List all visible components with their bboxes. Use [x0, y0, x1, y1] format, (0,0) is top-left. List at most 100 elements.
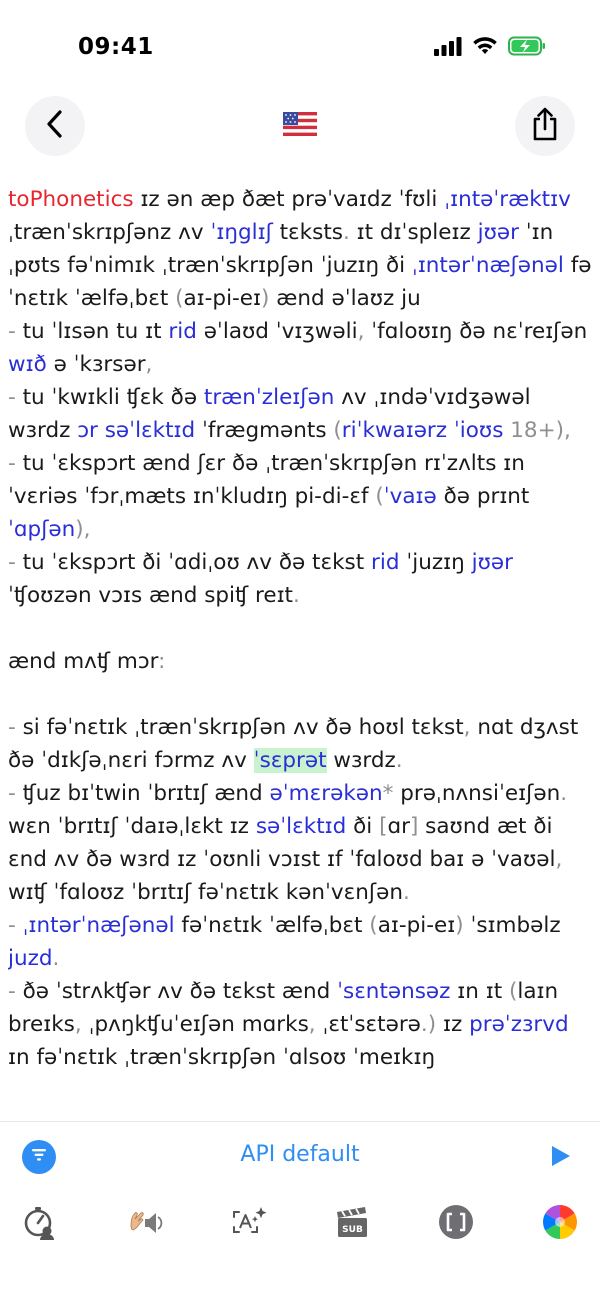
text-segment: aɪ-pi-eɪ: [183, 286, 262, 311]
highlighted-word[interactable]: jʊər: [472, 550, 513, 575]
play-icon: [550, 1146, 572, 1172]
text-segment: ˈsɪmbəlz: [463, 913, 568, 938]
text-segment: prəˌnʌnsiˈeɪʃən: [393, 781, 561, 806]
speed-timer-button[interactable]: [20, 1204, 60, 1244]
highlighted-word[interactable]: səˈlɛktɪd: [256, 814, 346, 839]
text-segment: ˌpʌŋkʧuˈeɪʃən mɑrks: [81, 1012, 309, 1037]
highlighted-word[interactable]: prəˈzɜrvd: [469, 1012, 569, 1037]
text-segment: *: [382, 781, 394, 806]
text-paragraph: toPhonetics ɪz ən æp ðæt prəˈvaɪdz ˈfʊli…: [8, 183, 592, 315]
text-paragraph: ænd mʌʧ mɔr:: [8, 645, 592, 678]
highlighted-word[interactable]: rid: [168, 319, 196, 344]
text-segment: .: [293, 583, 300, 608]
text-segment: ˈfɑloʊɪŋ ðə nɛˈreɪʃən: [371, 319, 588, 344]
voice-speaker-icon: [125, 1203, 163, 1245]
text-segment: .): [420, 1012, 437, 1037]
text-segment: -: [8, 913, 16, 938]
text-segment: ɑr: [387, 814, 410, 839]
share-icon: [529, 106, 561, 146]
battery-charging-icon: [508, 36, 546, 60]
text-paragraph: - tu ˈlɪsən tu ɪt rid əˈlaʊd ˈvɪʒwəli, ˈ…: [8, 315, 592, 381]
speed-timer-icon: [21, 1203, 59, 1245]
play-button[interactable]: [550, 1144, 572, 1172]
text-segment: -: [8, 715, 16, 740]
highlighted-word[interactable]: jʊər: [478, 220, 519, 245]
text-segment: 18+),: [503, 418, 571, 443]
highlighted-word[interactable]: wɪð: [8, 352, 47, 377]
text-segment: -: [8, 319, 16, 344]
text-segment: toPhonetics: [8, 187, 134, 212]
brackets-button[interactable]: [436, 1204, 476, 1244]
signal-icon: [434, 36, 462, 60]
ai-text-icon: [230, 1203, 270, 1245]
text-paragraph: - ðə ˈstrʌkʧər ʌv ðə tɛkst ænd ˈsɛntənsə…: [8, 975, 592, 1074]
highlighted-word[interactable]: ˈsɛprət: [253, 748, 327, 773]
text-paragraph: - tu ˈɛkspɔrt ði ˈɑdiˌoʊ ʌv ðə tɛkst rid…: [8, 546, 592, 612]
text-segment: [8, 682, 15, 707]
text-segment: tu ˈlɪsən tu ɪt: [15, 319, 169, 344]
highlighted-word[interactable]: ˌɪntəˈræktɪv: [444, 187, 571, 212]
text-segment: ,: [145, 352, 153, 377]
color-wheel-icon: [541, 1203, 579, 1245]
highlighted-word[interactable]: ˈɑpʃən: [8, 517, 75, 542]
highlighted-word[interactable]: ɔr səˈlɛktɪd: [77, 418, 195, 443]
text-segment: .: [342, 220, 350, 245]
voice-speaker-button[interactable]: [124, 1204, 164, 1244]
text-segment: tɛksts: [272, 220, 343, 245]
highlighted-word[interactable]: ˈɪŋglɪʃ: [210, 220, 272, 245]
bottom-toolbar: API default SUB: [0, 1121, 600, 1305]
text-paragraph: - ʧuz bɪˈtwin ˈbrɪtɪʃ ænd əˈmɛrəkən* prə…: [8, 777, 592, 909]
text-segment: wɜrdz: [326, 748, 396, 773]
transcription-text[interactable]: toPhonetics ɪz ən æp ðæt prəˈvaɪdz ˈfʊli…: [8, 183, 592, 1120]
text-segment: (: [369, 913, 378, 938]
text-segment: (: [333, 418, 342, 443]
status-bar: 09:41: [0, 0, 600, 96]
us-flag-icon[interactable]: [283, 112, 317, 136]
subtitles-button[interactable]: SUB: [332, 1204, 372, 1244]
highlighted-word[interactable]: ˈsɛntənsəz: [337, 979, 450, 1004]
text-segment: :: [158, 649, 166, 674]
text-segment: ðə ˈstrʌkʧər ʌv ðə tɛkst ænd: [15, 979, 338, 1004]
text-segment: (: [375, 484, 384, 509]
text-paragraph: - ˌɪntərˈnæʃənəl fəˈnɛtɪk ˈælfəˌbɛt (aɪ-…: [8, 909, 592, 975]
highlighted-word[interactable]: ˌɪntərˈnæʃənəl: [23, 913, 175, 938]
wifi-icon: [472, 36, 498, 60]
text-segment: fəˈnɛtɪk ˈælfəˌbɛt: [174, 913, 370, 938]
text-segment: ænd mʌʧ mɔr: [8, 649, 159, 674]
text-segment: ): [455, 913, 464, 938]
text-segment: .: [402, 880, 410, 905]
text-segment: ði: [346, 814, 380, 839]
highlighted-word[interactable]: ˈvaɪə: [384, 484, 437, 509]
ai-text-button[interactable]: [230, 1204, 270, 1244]
text-segment: ɪn ɪt: [450, 979, 509, 1004]
text-segment: ðə prɪnt: [436, 484, 537, 509]
highlighted-word[interactable]: trænˈzleɪʃən: [204, 385, 334, 410]
highlighted-word[interactable]: ˌɪntərˈnæʃənəl: [412, 253, 564, 278]
text-segment: ,: [308, 1012, 316, 1037]
text-segment: -: [8, 385, 16, 410]
nav-bar: [0, 96, 600, 156]
text-segment: ænd əˈlaʊz ju: [269, 286, 421, 311]
highlighted-word[interactable]: juzd: [8, 946, 53, 971]
text-segment: si fəˈnɛtɪk ˌtrænˈskrɪpʃən ʌv ðə hoʊl tɛ…: [15, 715, 464, 740]
home-indicator: [200, 1286, 400, 1292]
text-paragraph: - tu ˈkwɪkli ʧɛk ðə trænˈzleɪʃən ʌv ˌɪnd…: [8, 381, 592, 447]
chevron-left-icon: [44, 109, 66, 143]
text-segment: [8, 616, 15, 641]
text-paragraph: [8, 612, 592, 645]
share-button[interactable]: [515, 96, 575, 156]
subtitles-icon: SUB: [333, 1203, 371, 1245]
text-segment: ɪt dɪˈspleɪz: [349, 220, 478, 245]
text-segment: -: [8, 550, 16, 575]
api-voice-selector[interactable]: API default: [0, 1142, 600, 1167]
color-wheel-button[interactable]: [540, 1204, 580, 1244]
highlighted-word[interactable]: rid: [371, 550, 399, 575]
text-segment: -: [8, 451, 16, 476]
back-button[interactable]: [25, 96, 85, 156]
toolbar-secondary-row: SUB: [0, 1190, 600, 1260]
text-segment: (: [175, 286, 184, 311]
status-time: 09:41: [78, 34, 154, 60]
highlighted-word[interactable]: riˈkwaɪərz ˈioʊs: [342, 418, 504, 443]
text-segment: [16, 913, 23, 938]
highlighted-word[interactable]: əˈmɛrəkən: [270, 781, 383, 806]
